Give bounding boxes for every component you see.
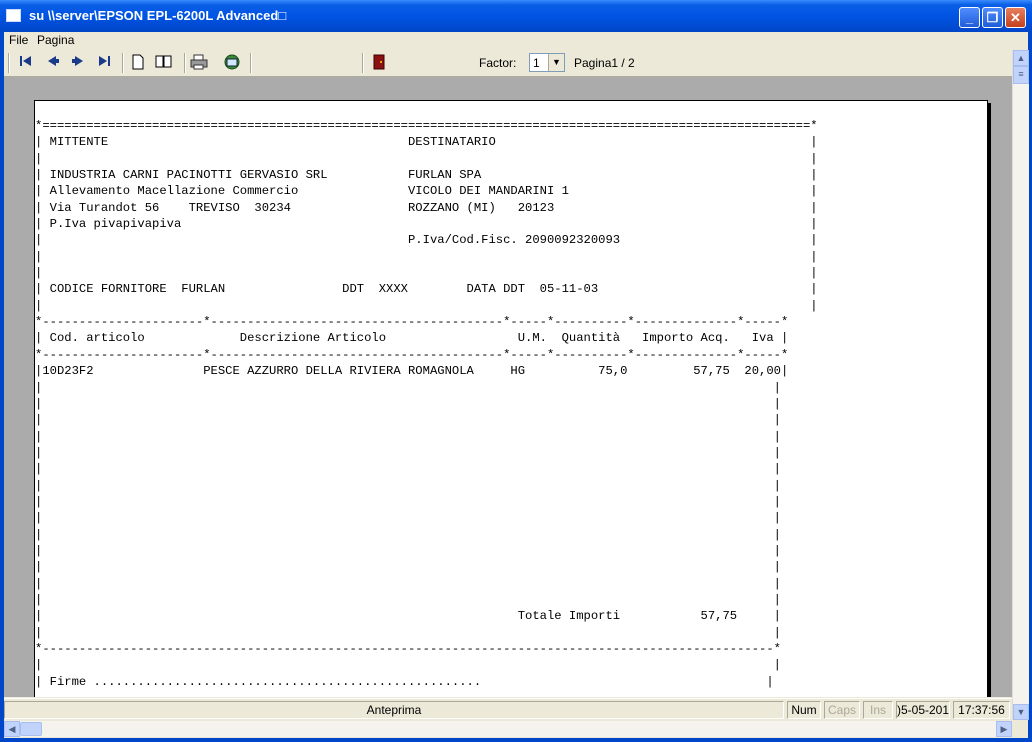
report-line: | |	[35, 478, 781, 493]
status-num: Num	[787, 701, 821, 719]
horizontal-scrollbar[interactable]: ◀ ▶	[4, 721, 1012, 737]
menu-pagina[interactable]: Pagina	[37, 33, 74, 47]
print-preview-window: su \\server\EPSON EPL-6200L Advanced□ _ …	[0, 0, 1032, 742]
report-line: | P.Iva/Cod.Fisc. 2090092320093 |	[35, 233, 818, 248]
status-time: 17:37:56	[953, 701, 1010, 719]
report-line: | |	[35, 511, 781, 526]
report-line: |10D23F2 PESCE AZZURRO DELLA RIVIERA ROM…	[35, 364, 789, 379]
report-line: | |	[35, 462, 781, 477]
toolbar-separator	[250, 53, 252, 73]
chevron-down-icon[interactable]: ▼	[548, 54, 564, 71]
report-line: | |	[35, 151, 818, 166]
toolbar-separator	[122, 53, 124, 73]
window-title: su \\server\EPSON EPL-6200L Advanced□	[29, 8, 287, 23]
status-date: )5-05-2016	[896, 701, 950, 719]
report-line: | |	[35, 380, 781, 395]
report-line: | |	[35, 560, 781, 575]
report-line: | |	[35, 298, 818, 313]
vertical-scrollbar[interactable]: ▲ ≡ ▼	[1012, 50, 1029, 720]
report-line: | MITTENTE DESTINATARIO |	[35, 135, 818, 150]
status-ins: Ins	[863, 701, 893, 719]
report-line: *----------------------*----------------…	[35, 347, 789, 362]
preview-area[interactable]: *=======================================…	[4, 77, 1012, 697]
report-line: | Firme ................................…	[35, 674, 774, 689]
toolbar: Factor: 1 ▼ Pagina1 / 2	[4, 50, 1012, 77]
report-line: | CODICE FORNITORE FURLAN DDT XXXX DATA …	[35, 282, 818, 297]
report-line: | INDUSTRIA CARNI PACINOTTI GERVASIO SRL…	[35, 168, 818, 183]
two-pages-icon[interactable]	[155, 54, 173, 71]
scroll-right-icon[interactable]: ▶	[996, 721, 1012, 737]
scroll-up-icon[interactable]: ▲	[1013, 50, 1029, 66]
report-line: | |	[35, 625, 781, 640]
scroll-left-icon[interactable]: ◀	[4, 721, 20, 737]
report-line: | |	[35, 658, 781, 673]
report-line: | |	[35, 266, 818, 281]
toolbar-grip	[8, 53, 10, 73]
report-line: | |	[35, 396, 781, 411]
status-mode: Anteprima	[4, 701, 784, 719]
report-line: | |	[35, 543, 781, 558]
toolbar-separator	[362, 53, 364, 73]
status-bar: Anteprima Num Caps Ins )5-05-2016 17:37:…	[4, 698, 1012, 721]
exit-door-icon[interactable]	[370, 54, 388, 71]
report-page: *=======================================…	[34, 100, 988, 697]
print-icon[interactable]	[190, 54, 208, 71]
last-page-icon[interactable]	[95, 54, 113, 71]
export-icon[interactable]	[223, 54, 241, 71]
factor-select[interactable]: 1 ▼	[529, 53, 565, 72]
close-button[interactable]: ✕	[1005, 7, 1026, 28]
report-line: | P.Iva pivapivapiva |	[35, 217, 818, 232]
first-page-icon[interactable]	[17, 54, 35, 71]
title-bar[interactable]: su \\server\EPSON EPL-6200L Advanced□ _ …	[0, 0, 1032, 32]
report-line: | |	[35, 576, 781, 591]
report-line: | |	[35, 429, 781, 444]
page-indicator: Pagina1 / 2	[574, 56, 635, 70]
window-icon	[6, 9, 21, 22]
report-line: | |	[35, 494, 781, 509]
report-line: | |	[35, 249, 818, 264]
report-line: *=======================================…	[35, 119, 818, 133]
factor-label: Factor:	[479, 56, 517, 70]
minimize-button[interactable]: _	[959, 7, 980, 28]
report-line: | Totale Importi 57,75 |	[35, 609, 781, 624]
scroll-thumb[interactable]: ≡	[1013, 66, 1029, 84]
status-caps: Caps	[824, 701, 860, 719]
report-line: | Cod. articolo Descrizione Articolo U.M…	[35, 331, 789, 346]
report-line: | Allevamento Macellazione Commercio VIC…	[35, 184, 818, 199]
prev-page-icon[interactable]	[44, 54, 62, 71]
report-line: | |	[35, 592, 781, 607]
report-text: *=======================================…	[35, 118, 818, 690]
scroll-down-icon[interactable]: ▼	[1013, 704, 1029, 720]
toolbar-separator	[184, 53, 186, 73]
maximize-button[interactable]: ❐	[982, 7, 1003, 28]
next-page-icon[interactable]	[69, 54, 87, 71]
factor-value: 1	[533, 56, 540, 70]
window-frame-bottom	[0, 738, 1032, 742]
menu-file[interactable]: File	[9, 33, 28, 47]
report-line: | |	[35, 413, 781, 428]
single-page-icon[interactable]	[129, 54, 147, 71]
horizontal-scroll-thumb[interactable]	[20, 722, 42, 736]
report-line: *----------------------*----------------…	[35, 315, 789, 330]
report-line: *---------------------------------------…	[35, 642, 781, 656]
report-line: | |	[35, 445, 781, 460]
report-line: | Via Turandot 56 TREVISO 30234 ROZZANO …	[35, 200, 818, 215]
report-line: | |	[35, 527, 781, 542]
menu-bar: File Pagina	[4, 32, 1028, 50]
